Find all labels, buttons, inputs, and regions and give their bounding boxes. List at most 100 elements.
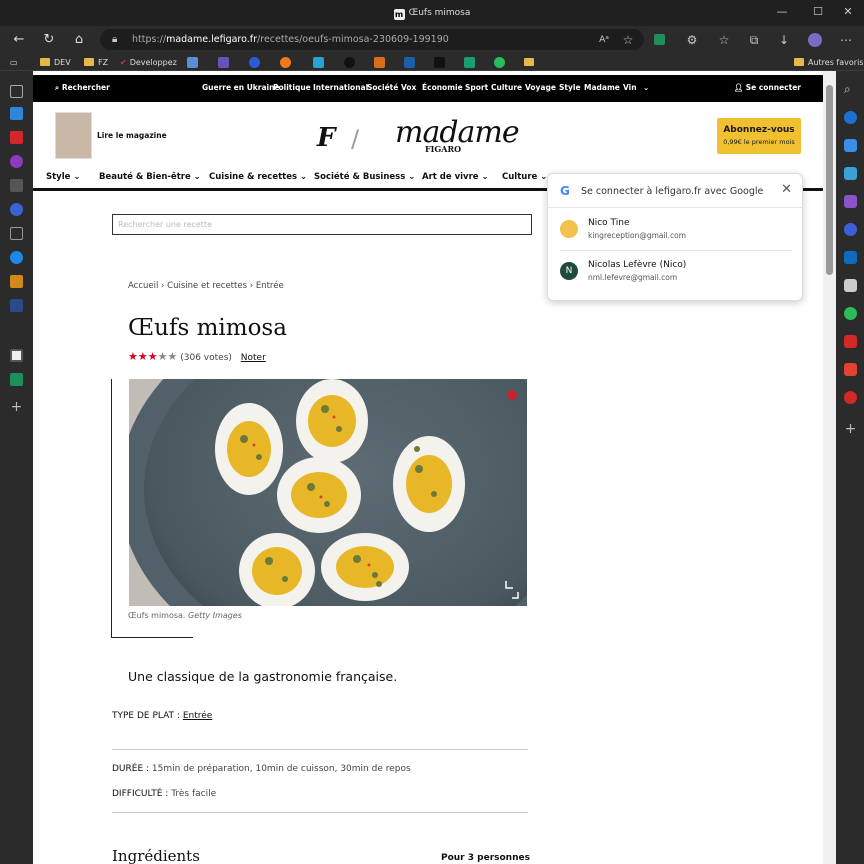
tab-actions-icon[interactable] [10, 85, 23, 98]
tab-icon[interactable] [10, 373, 23, 386]
login-link[interactable]: 👤︎ Se connecter [734, 83, 801, 92]
favorite-icon[interactable] [344, 57, 355, 68]
category-societe[interactable]: Société & Business ⌄ [314, 172, 415, 182]
read-aloud-icon[interactable]: Aᵃ [596, 32, 612, 48]
star-icon[interactable]: ★ [138, 350, 148, 363]
close-icon[interactable]: ✕ [781, 182, 792, 197]
favorite-folder-dev[interactable]: DEV [40, 57, 71, 69]
outlook-icon[interactable] [844, 251, 857, 264]
profile-avatar[interactable] [808, 33, 822, 47]
favorite-developpez[interactable]: ✔ Developpez [120, 57, 177, 69]
category-cuisine[interactable]: Cuisine & recettes ⌄ [209, 172, 307, 182]
extension-icon[interactable] [654, 34, 665, 45]
star-icon[interactable]: ★ [148, 350, 158, 363]
steam-icon[interactable] [404, 57, 415, 68]
tools-icon[interactable] [844, 167, 857, 180]
tab-icon[interactable] [10, 155, 23, 168]
recipe-search-input[interactable]: Rechercher une recette [112, 214, 532, 235]
shopping-icon[interactable] [844, 139, 857, 152]
bing-chat-icon[interactable] [844, 111, 857, 124]
youtube-icon[interactable] [844, 335, 857, 348]
page-scrollbar[interactable] [823, 71, 836, 864]
active-tab-icon[interactable] [10, 349, 23, 362]
refresh-icon[interactable]: ↻ [41, 32, 57, 48]
edge-tab-icon[interactable] [10, 251, 23, 264]
favorite-icon[interactable] [374, 57, 385, 68]
site-search-link[interactable]: ⌕ Rechercher [55, 83, 110, 93]
topnav-item[interactable]: Guerre en Ukraine [202, 83, 280, 92]
google-account-option[interactable]: N Nicolas Lefèvre (Nico) nml.lefevre@gma… [560, 254, 792, 292]
maximize-icon[interactable]: ☐ [808, 4, 828, 20]
breadcrumb-item[interactable]: Cuisine et recettes [167, 281, 247, 291]
topnav-item[interactable]: Sport [465, 83, 488, 92]
dish-type-link[interactable]: Entrée [183, 711, 213, 721]
games-icon[interactable] [844, 195, 857, 208]
subscribe-button[interactable]: Abonnez-vous 0,99€ le premier mois [717, 118, 801, 154]
breadcrumb-item[interactable]: Entrée [256, 281, 284, 291]
extensions-icon[interactable]: ⚙ [684, 32, 700, 48]
breadcrumb-item[interactable]: Accueil [128, 281, 158, 291]
topnav-item[interactable]: Voyage [525, 83, 556, 92]
topnav-item[interactable]: Vin [623, 83, 637, 92]
favorite-icon[interactable] [187, 57, 198, 68]
category-style[interactable]: Style ⌄ [46, 172, 81, 182]
scrollbar-thumb[interactable] [826, 85, 833, 275]
more-chevron-icon[interactable]: ⌄ [643, 83, 649, 92]
favorite-icon[interactable] [313, 57, 324, 68]
star-icon[interactable]: ★ [168, 350, 178, 363]
close-window-icon[interactable]: ✕ [838, 4, 858, 20]
favorite-icon[interactable] [280, 57, 291, 68]
google-account-option[interactable]: Nico Tine kingreception@gmail.com [560, 212, 792, 250]
tab-icon[interactable] [10, 107, 23, 120]
youtube-tab-icon[interactable] [10, 131, 23, 144]
topnav-item[interactable]: Économie [422, 83, 463, 92]
favorite-folder-fz[interactable]: FZ [84, 57, 108, 69]
tab-icon[interactable] [10, 227, 23, 240]
favorite-icon[interactable] [249, 57, 260, 68]
favorite-icon[interactable] [464, 57, 475, 68]
search-icon[interactable]: ⌕ [844, 83, 857, 96]
tab-icon[interactable] [10, 299, 23, 312]
magazine-cover[interactable] [55, 112, 92, 159]
other-favorites[interactable]: Autres favoris [794, 57, 863, 69]
star-icon[interactable]: ★ [158, 350, 168, 363]
sidebar-toggle-icon[interactable]: ▭ [10, 57, 18, 69]
favorite-folder[interactable] [524, 57, 538, 69]
minimize-icon[interactable]: — [772, 4, 792, 20]
add-app-icon[interactable]: + [844, 422, 857, 436]
star-rating[interactable]: ★★★★★ [128, 350, 178, 363]
back-icon[interactable]: ← [11, 32, 27, 48]
new-tab-icon[interactable]: + [10, 400, 23, 414]
rate-link[interactable]: Noter [241, 353, 266, 363]
home-icon[interactable]: ⌂ [71, 32, 87, 48]
figaro-f-logo[interactable]: F [317, 123, 335, 153]
favorites-icon[interactable]: ☆ [716, 32, 732, 48]
download-icon[interactable]: ↓ [776, 32, 792, 48]
category-culture[interactable]: Culture ⌄ [502, 172, 547, 182]
recipe-photo[interactable] [129, 379, 527, 606]
more-menu-icon[interactable]: ⋯ [838, 32, 854, 48]
category-beaute[interactable]: Beauté & Bien-être ⌄ [99, 172, 201, 182]
twitch-icon[interactable] [218, 57, 229, 68]
tab-icon[interactable] [10, 275, 23, 288]
topnav-item[interactable]: Culture [491, 83, 522, 92]
tab-icon[interactable] [10, 203, 23, 216]
sidebar-app-icon[interactable] [844, 307, 857, 320]
star-icon[interactable]: ★ [128, 350, 138, 363]
tab-icon[interactable] [10, 179, 23, 192]
category-art-de-vivre[interactable]: Art de vivre ⌄ [422, 172, 489, 182]
topnav-item[interactable]: Politique [273, 83, 311, 92]
address-bar[interactable]: 🔒︎ https://madame.lefigaro.fr/recettes/o… [100, 29, 644, 50]
topnav-item[interactable]: Style [559, 83, 581, 92]
servings-selector[interactable]: Pour 3 personnes [441, 853, 530, 863]
topnav-item[interactable]: International [313, 83, 368, 92]
sidebar-app-icon[interactable] [844, 279, 857, 292]
favorite-icon[interactable] [434, 57, 445, 68]
gmail-icon[interactable] [844, 363, 857, 376]
read-magazine-link[interactable]: Lire le magazine [97, 131, 167, 140]
topnav-item[interactable]: Vox [401, 83, 416, 92]
favorite-icon[interactable] [494, 57, 505, 68]
add-favorite-icon[interactable]: ☆ [620, 32, 636, 48]
collections-icon[interactable]: ⧉ [746, 32, 762, 48]
sidebar-app-icon[interactable] [844, 223, 857, 236]
